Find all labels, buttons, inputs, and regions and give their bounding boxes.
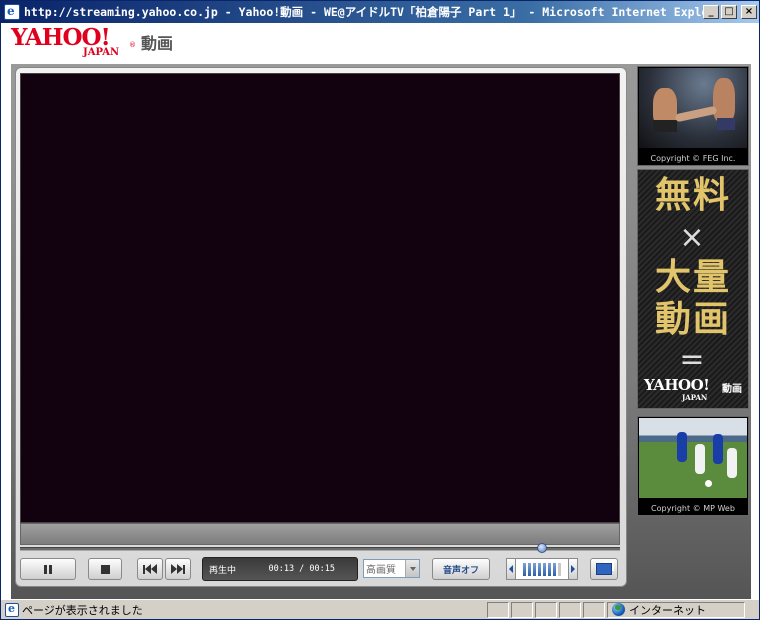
volume-bar[interactable] [543,563,546,576]
quality-value: 高画質 [366,565,396,576]
status-panel-2 [511,601,533,618]
volume-up-icon [571,565,575,573]
dropdown-arrow-icon[interactable] [405,560,419,577]
window-title: http://streaming.yahoo.co.jp - Yahoo!動画 … [24,5,703,19]
playback-status-display: 再生中 00:13 / 00:15 [202,557,358,581]
ad2-line-4: 動画 [654,299,731,340]
yahoo-japan-logo[interactable]: YAHOO! ® JAPAN [11,24,137,61]
volume-bar[interactable] [553,563,556,576]
volume-bar[interactable] [523,563,526,576]
globe-icon [612,603,625,616]
ad2-line-5: = [679,342,707,377]
volume-bar[interactable] [533,563,536,576]
ad-banner-soccer[interactable]: Copyright © MP Web [637,416,749,516]
status-panel-3 [535,601,557,618]
ad2-line-2: × [679,220,707,255]
soccer-image [639,418,747,498]
logo-area[interactable]: YAHOO! ® JAPAN 動画 [11,24,174,61]
volume-up-button[interactable] [568,558,578,580]
page-done-icon: e [5,602,19,617]
fullscreen-icon [596,561,614,575]
ad2-logo-japan: JAPAN [682,393,708,402]
ad-banner-free-videos[interactable]: 無料 × 大量 動画 = YAHOO! JAPAN 動画 [637,169,749,409]
status-panel-5 [583,601,605,618]
status-panel-1 [487,601,509,618]
kickboxing-image [639,68,747,148]
ad2-line-1: 無料 [654,175,731,216]
ad2-logo-service: 動画 [722,384,742,395]
logo-japan-text: JAPAN [83,47,120,58]
stop-button[interactable] [88,558,122,580]
stop-icon [100,564,110,574]
minimize-button[interactable]: _ [703,5,719,19]
browser-window: e http://streaming.yahoo.co.jp - Yahoo!動… [0,0,760,620]
maximize-button[interactable]: □ [721,5,737,19]
skip-forward-icon [171,564,185,574]
pause-button[interactable] [20,558,76,580]
resize-grip[interactable] [747,602,759,618]
volume-bar[interactable] [528,563,531,576]
ad1-copyright: Copyright © FEG Inc. [650,154,736,163]
ad2-line-3: 大量 [654,257,731,298]
pause-icon [44,564,52,574]
quality-select[interactable]: 高画質 [363,559,420,578]
volume-bar[interactable] [558,563,561,576]
status-panel-4 [559,601,581,618]
ad2-logo-yahoo: YAHOO! [644,376,710,394]
video-caption-bar [20,523,620,545]
playback-status: 再生中 [209,565,237,576]
seek-handle[interactable] [537,543,547,553]
previous-button[interactable] [137,558,163,580]
title-bar[interactable]: e http://streaming.yahoo.co.jp - Yahoo!動… [1,1,759,23]
volume-bar[interactable] [548,563,551,576]
ie-icon: e [4,4,20,20]
playback-time: 00:13 / 00:15 [268,564,335,574]
fullscreen-button[interactable] [590,558,618,580]
service-name: 動画 [141,34,174,53]
volume-down-icon [509,565,513,573]
security-zone[interactable]: インターネット [607,601,745,618]
seek-bar[interactable] [20,547,620,551]
player-controls: 再生中 00:13 / 00:15 高画質 音声オフ [20,557,620,581]
skip-back-icon [143,564,157,574]
volume-bar[interactable] [538,563,541,576]
volume-down-button[interactable] [506,558,516,580]
logo-registered-mark: ® [129,41,136,49]
close-button[interactable]: × [741,5,757,19]
ad-banner-kickboxing[interactable]: Copyright © FEG Inc. [637,66,749,166]
ad3-copyright: Copyright © MP Web [651,504,735,513]
security-zone-label: インターネット [629,603,706,617]
ad2-yahoo-logo: YAHOO! JAPAN 動画 [644,376,744,404]
video-screen[interactable] [20,73,620,523]
next-button[interactable] [165,558,191,580]
status-message: ページが表示されました [22,603,143,617]
status-bar: e ページが表示されました インターネット [1,599,759,619]
volume-level-bars[interactable] [516,558,568,580]
mute-button[interactable]: 音声オフ [432,558,490,580]
volume-control[interactable] [506,558,578,580]
